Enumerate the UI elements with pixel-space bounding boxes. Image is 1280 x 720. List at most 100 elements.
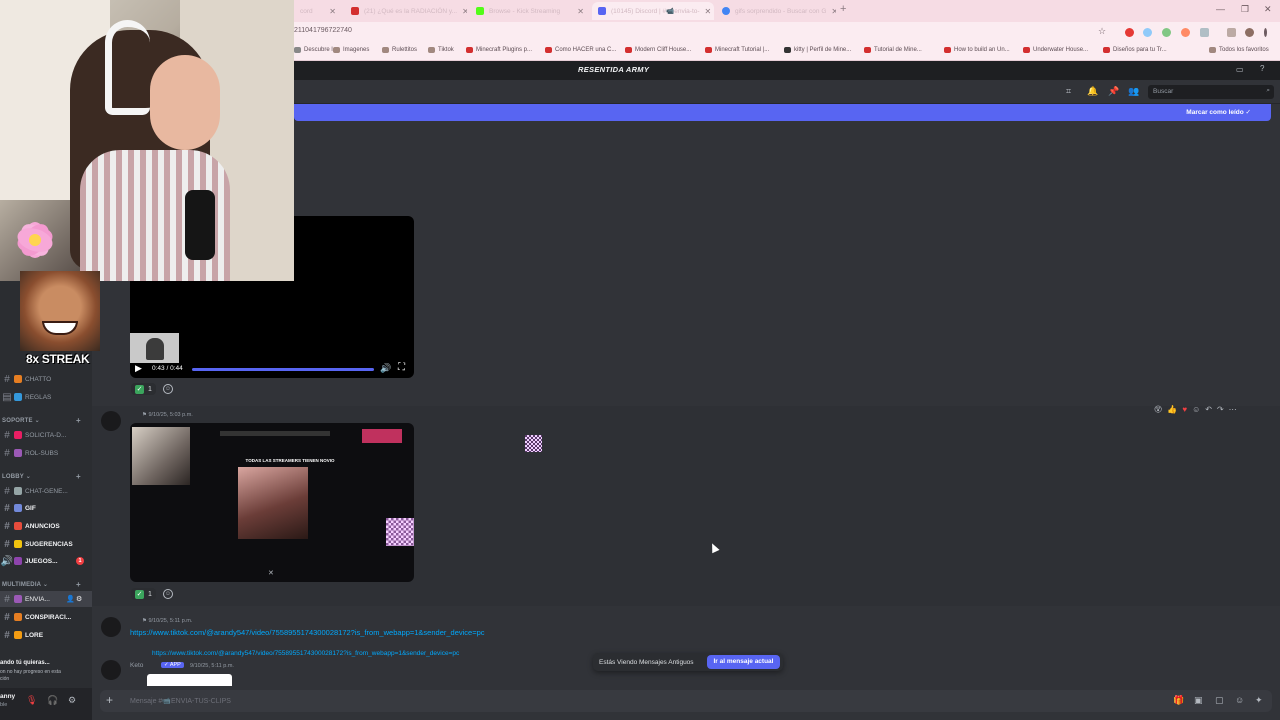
channel-gif[interactable]: # GIF — [0, 500, 92, 516]
emoji-icon[interactable]: ☺ — [1235, 695, 1244, 705]
bookmark-folder[interactable]: Tiktok — [428, 47, 454, 53]
close-icon[interactable]: ✕ — [705, 7, 712, 16]
more-icon[interactable]: ⋯ — [1229, 405, 1237, 414]
sidebar-icon[interactable] — [1227, 28, 1236, 37]
headphones-icon[interactable]: 🎧 — [47, 695, 58, 706]
fullscreen-icon[interactable]: ⛶ — [398, 362, 405, 373]
reaction-check[interactable]: ✓ 1 — [131, 383, 156, 395]
channel-sugerencias[interactable]: # SUGERENCIAS — [0, 536, 92, 552]
close-icon[interactable]: ✕ — [577, 7, 584, 16]
close-icon[interactable]: ✕ — [329, 7, 336, 16]
upload-plus-icon[interactable]: + — [106, 693, 113, 707]
channel-rol-subs[interactable]: # ROL-SUBS — [0, 445, 92, 461]
bookmark[interactable]: How to build an Un... — [944, 47, 1010, 53]
url-field[interactable]: 211041796722740 — [294, 27, 352, 34]
reply-preview-link[interactable]: https://www.tiktok.com/@arandy547/video/… — [152, 650, 459, 657]
minimize-icon[interactable]: — — [1216, 4, 1225, 14]
channel-anuncios[interactable]: # ANUNCIOS — [0, 518, 92, 534]
bookmark[interactable]: Minecraft Tutorial |... — [705, 47, 769, 53]
gear-icon[interactable]: ⚙ — [76, 595, 82, 603]
mute-icon[interactable]: ✕ — [268, 569, 274, 577]
gift-icon[interactable]: 🎁 — [1173, 695, 1184, 706]
inbox-icon[interactable]: ▭ — [1236, 65, 1244, 74]
new-messages-bar[interactable]: Marcar como leído ✓ — [294, 104, 1271, 121]
browser-tab[interactable]: gifs sorprendido - Buscar con G ✕ — [716, 2, 836, 20]
gif-icon[interactable]: ▣ — [1194, 695, 1203, 706]
user-name[interactable]: anny — [0, 693, 15, 700]
members-icon[interactable]: 👥 — [1128, 86, 1139, 97]
reaction-check[interactable]: ✓ 1 — [131, 588, 156, 600]
category-multimedia[interactable]: MULTIMEDIA ⌄ + — [2, 580, 81, 589]
channel-solicita[interactable]: # SOLICITA-D... — [0, 427, 92, 443]
bell-icon[interactable]: 🔔 — [1087, 86, 1098, 97]
close-icon[interactable]: ✕ — [462, 7, 467, 16]
forward-icon[interactable]: ↷ — [1217, 405, 1224, 414]
channel-conspiraciones[interactable]: # CONSPIRACI... — [0, 609, 92, 625]
invite-icon[interactable]: 👤 — [66, 595, 75, 603]
extension-icon[interactable] — [1162, 28, 1171, 37]
avatar[interactable] — [101, 660, 121, 680]
bookmark[interactable]: Diseños para tu Tr... — [1103, 47, 1167, 53]
category-soporte[interactable]: SOPORTE ⌄ + — [2, 416, 81, 425]
all-bookmarks[interactable]: Todos los favoritos — [1209, 47, 1269, 53]
tiktok-link[interactable]: https://www.tiktok.com/@arandy547/video/… — [130, 628, 485, 637]
play-icon[interactable]: ▶ — [135, 363, 142, 374]
apps-icon[interactable]: ✦ — [1255, 695, 1263, 706]
category-lobby[interactable]: LOBBY ⌄ + — [2, 472, 81, 481]
bookmark-folder[interactable]: Imagenes — [333, 47, 369, 53]
message-composer[interactable]: + Mensaje #📹ENVIA-TUS-CLIPS — [100, 690, 1272, 712]
mute-icon[interactable]: 🎙 — [26, 695, 37, 706]
pin-icon[interactable]: 📌 — [1108, 86, 1119, 97]
bookmark-folder[interactable]: Rulettitos — [382, 47, 417, 53]
settings-icon[interactable]: ⚙ — [68, 695, 76, 706]
opera-icon[interactable] — [1125, 28, 1134, 37]
video-embed[interactable]: TODAS LAS STREAMERS TIENEN NOVIO ✕ — [130, 423, 414, 582]
add-reaction-icon[interactable]: ☺ — [163, 589, 173, 599]
bookmark[interactable]: Tutorial de Mine... — [864, 47, 922, 53]
image-attachment[interactable] — [147, 674, 232, 686]
close-window-icon[interactable]: ✕ — [1264, 4, 1272, 15]
jump-to-present-button[interactable]: Ir al mensaje actual — [707, 655, 780, 669]
emoji-reaction-icon[interactable]: 😵 — [1154, 405, 1162, 414]
thumbs-up-icon[interactable]: 👍 — [1167, 405, 1177, 414]
avatar[interactable] — [101, 411, 121, 431]
mark-read-button[interactable]: Marcar como leído ✓ — [1186, 108, 1251, 116]
browser-tab[interactable]: cord ✕ — [294, 2, 342, 20]
channel-reglas[interactable]: ▤ REGLAS — [0, 389, 92, 405]
add-reaction-icon[interactable]: ☺ — [163, 384, 173, 394]
bookmark[interactable]: kitty | Perfil de Mine... — [784, 47, 851, 53]
video-progress[interactable] — [192, 368, 374, 371]
bookmark[interactable]: Descubre l... — [294, 47, 338, 53]
avatar[interactable] — [101, 617, 121, 637]
reply-icon[interactable]: ↶ — [1205, 405, 1212, 414]
channel-lore[interactable]: # LORE — [0, 627, 92, 643]
channel-chatto[interactable]: # CHATTO — [0, 371, 92, 387]
profile-avatar[interactable] — [1245, 28, 1254, 37]
channel-chat-general[interactable]: # CHAT-GENE... — [0, 483, 92, 499]
close-icon[interactable]: ✕ — [831, 7, 836, 16]
bookmark[interactable]: Minecraft Plugins p... — [466, 47, 532, 53]
message-author[interactable]: Keto — [130, 662, 143, 669]
volume-icon[interactable]: 🔊 — [380, 363, 391, 374]
bookmark[interactable]: Como HACER una C... — [545, 47, 616, 53]
search-input[interactable]: Buscar ⌕ — [1148, 85, 1274, 99]
extension-icon[interactable] — [1143, 28, 1152, 37]
puzzle-icon[interactable] — [1200, 28, 1209, 37]
new-tab-button[interactable]: + — [840, 3, 846, 15]
bookmark-star-icon[interactable]: ☆ — [1098, 26, 1106, 37]
channel-juegos[interactable]: 🔊 JUEGOS... 1 — [0, 553, 92, 569]
threads-icon[interactable]: ⌗ — [1066, 86, 1071, 97]
heart-icon[interactable]: ♥ — [1182, 405, 1187, 414]
channel-envia-tus-clips[interactable]: # ENVIA... 👤 ⚙ — [0, 591, 92, 607]
bookmark[interactable]: Underwater House... — [1023, 47, 1088, 53]
restore-icon[interactable]: ❐ — [1241, 4, 1249, 15]
extension-icon[interactable] — [1181, 28, 1190, 37]
bookmark[interactable]: Modern Cliff House... — [625, 47, 691, 53]
sticker-icon[interactable]: ▢ — [1215, 695, 1224, 706]
menu-icon[interactable] — [1264, 28, 1267, 37]
browser-tab[interactable]: (21) ¿Qué es la RADIACIÓN y... ✕ — [345, 2, 467, 20]
help-icon[interactable]: ? — [1260, 64, 1264, 73]
add-reaction-icon[interactable]: ☺ — [1192, 405, 1200, 414]
browser-tab[interactable]: Browse - Kick Streaming ✕ — [470, 2, 590, 20]
browser-tab-active[interactable]: (10145) Discord | #📹envia-to- ✕ — [592, 2, 714, 20]
